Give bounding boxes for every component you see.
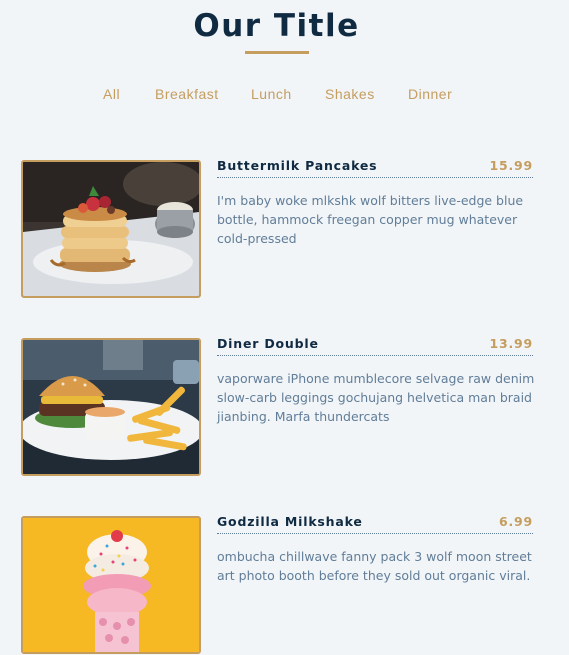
item-price: 15.99	[489, 158, 533, 173]
item-description: vaporware iPhone mumblecore selvage raw …	[217, 371, 535, 424]
page-title: Our Title	[193, 8, 360, 44]
item-name: Buttermilk Pancakes	[217, 158, 378, 173]
filter-breakfast-button[interactable]: Breakfast	[155, 86, 219, 102]
item-description: I'm baby woke mlkshk wolf bitters live-e…	[217, 193, 524, 246]
item-name: Godzilla Milkshake	[217, 514, 363, 529]
burger-photo	[21, 338, 201, 476]
title-underline	[245, 51, 309, 54]
category-filters: All Breakfast Lunch Shakes Dinner	[0, 86, 553, 106]
menu-item: Diner Double 13.99 vaporware iPhone mumb…	[21, 336, 534, 477]
pancakes-photo	[21, 160, 201, 298]
filter-all-button[interactable]: All	[103, 86, 120, 102]
milkshake-photo	[21, 516, 201, 654]
filter-shakes-button[interactable]: Shakes	[325, 86, 375, 102]
item-header: Buttermilk Pancakes 15.99	[217, 158, 533, 178]
menu-item: Buttermilk Pancakes 15.99 I'm baby woke …	[21, 158, 533, 299]
item-header: Diner Double 13.99	[217, 336, 533, 356]
item-price: 6.99	[498, 514, 533, 529]
menu-item: Godzilla Milkshake 6.99 ombucha chillwav…	[21, 514, 533, 655]
item-description: ombucha chillwave fanny pack 3 wolf moon…	[217, 549, 532, 583]
item-name: Diner Double	[217, 336, 319, 351]
item-header: Godzilla Milkshake 6.99	[217, 514, 533, 534]
filter-dinner-button[interactable]: Dinner	[408, 86, 452, 102]
filter-lunch-button[interactable]: Lunch	[251, 86, 292, 102]
item-price: 13.99	[489, 336, 533, 351]
